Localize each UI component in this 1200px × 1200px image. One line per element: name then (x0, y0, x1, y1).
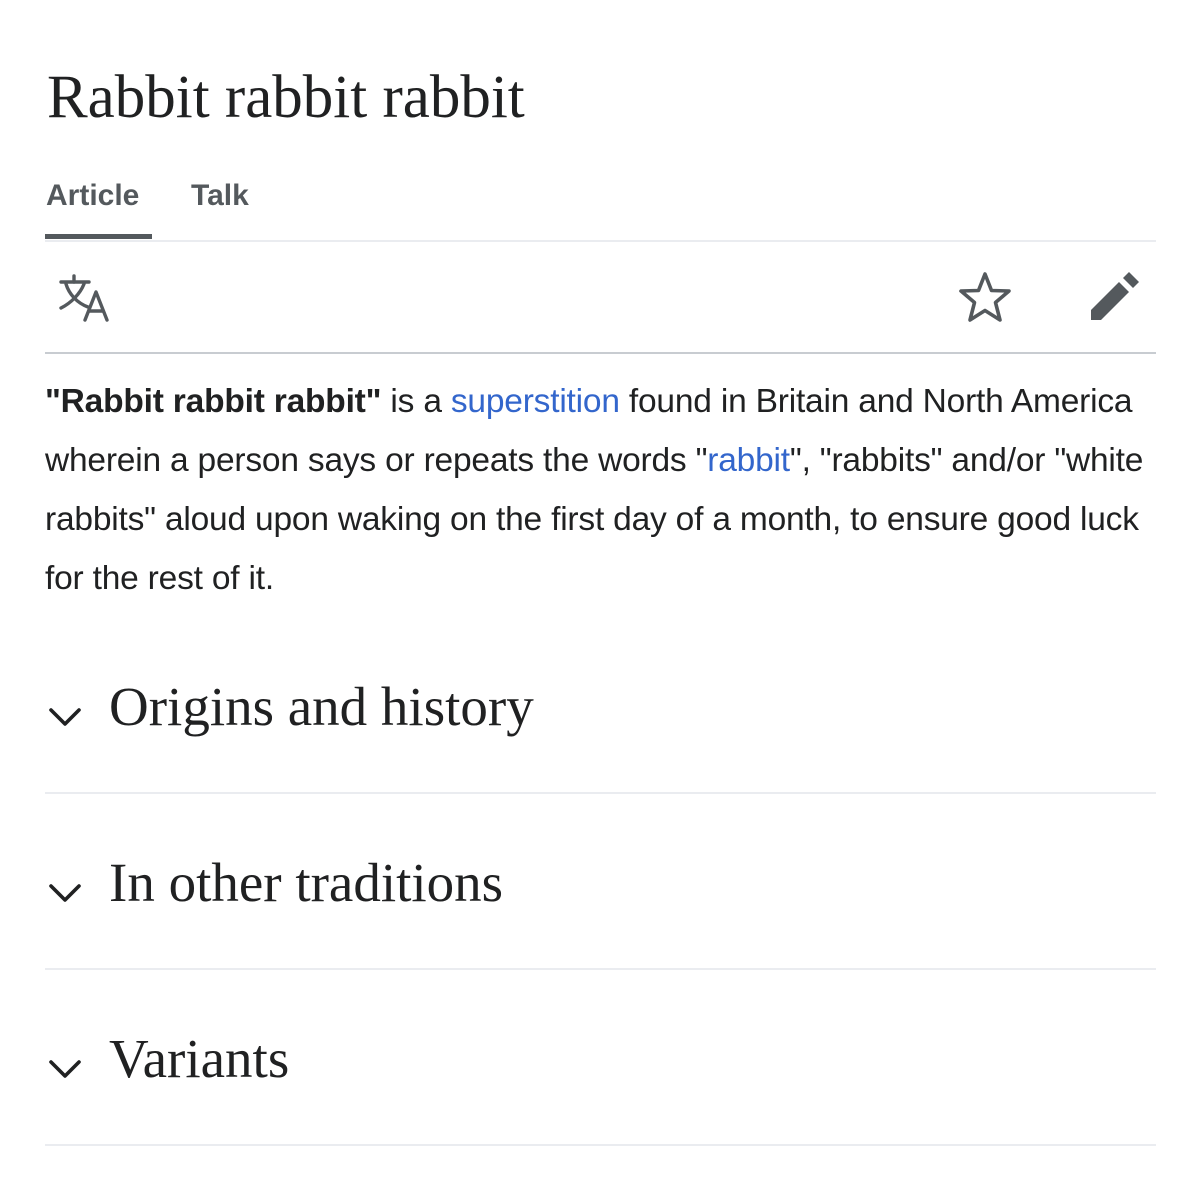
tab-talk[interactable]: Talk (191, 178, 249, 214)
chevron-down-icon (49, 1060, 81, 1078)
language-icon (59, 274, 109, 322)
superstition-link[interactable]: superstition (451, 383, 620, 420)
edit-button[interactable] (1085, 266, 1145, 326)
section-origins-and-history[interactable]: Origins and history (45, 662, 1156, 794)
section-in-other-traditions[interactable]: In other traditions (45, 838, 1156, 970)
watch-star-button[interactable] (955, 268, 1015, 328)
intro-paragraph: "Rabbit rabbit rabbit" is a superstition… (45, 372, 1156, 608)
section-heading: In other traditions (109, 852, 504, 913)
section-variants[interactable]: Variants (45, 1014, 1156, 1146)
edit-pencil-icon (1091, 272, 1139, 320)
language-button[interactable] (55, 270, 119, 326)
chevron-down-icon (49, 884, 81, 902)
tab-article[interactable]: Article (46, 178, 139, 214)
rabbit-link[interactable]: rabbit (707, 442, 790, 479)
bold-term: "Rabbit rabbit rabbit" (45, 383, 382, 420)
chevron-down-icon (49, 708, 81, 726)
page-tabs: Article Talk (45, 168, 1156, 242)
page-title: Rabbit rabbit rabbit (47, 64, 525, 131)
star-icon (959, 272, 1011, 322)
intro-text: is a (381, 383, 451, 420)
section-heading: Origins and history (109, 676, 534, 737)
section-heading: Variants (109, 1028, 290, 1089)
page-actions-toolbar (45, 242, 1156, 354)
selected-tab-indicator (45, 234, 152, 239)
